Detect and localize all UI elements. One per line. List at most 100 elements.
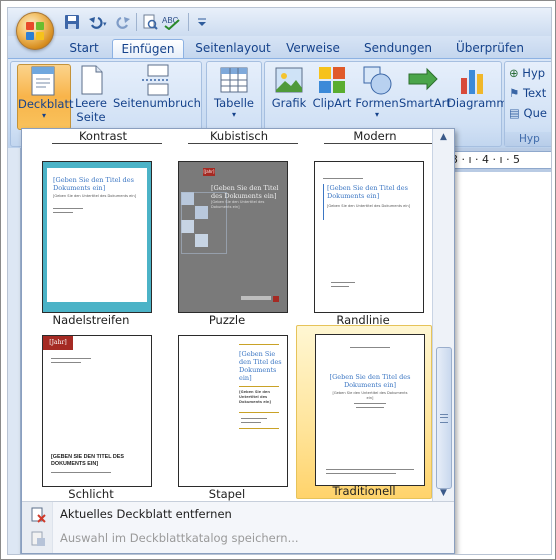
save-to-gallery-label: Auswahl im Deckblattkatalog speichern...: [60, 531, 299, 545]
window-frame: ▾ ABC Start Einfügen Seitenlayout Verwei…: [0, 0, 556, 560]
tab-verweise[interactable]: Verweise: [284, 39, 342, 58]
word-window: ▾ ABC Start Einfügen Seitenlayout Verwei…: [7, 7, 552, 555]
cover-traditionell[interactable]: [Geben Sie den Titel des Dokuments ein] …: [296, 325, 432, 499]
gallery-items: Kontrast Kubistisch Modern [Geben Sie de…: [22, 129, 432, 501]
tab-einfuegen[interactable]: Einfügen: [112, 39, 184, 59]
cover-page-label: Deckblatt: [18, 97, 74, 111]
cover-thumbnail: [Jahr] [GEBEN SIE DEN TITEL DES DOKUMENT…: [42, 335, 152, 487]
gallery-scrollbar[interactable]: ▲ ▼: [432, 129, 454, 501]
tab-sendungen[interactable]: Sendungen: [360, 39, 436, 58]
page-break-label: Seitenumbruch: [113, 96, 201, 110]
office-logo-icon: [26, 22, 44, 40]
qat-separator: [136, 13, 137, 31]
scrollbar-thumb[interactable]: [436, 347, 452, 489]
page-break-icon: [140, 64, 172, 96]
picture-label: Grafik: [271, 96, 307, 110]
table-label: Tabelle: [213, 96, 254, 110]
hyperlink-button[interactable]: ⊕ Hyp: [509, 64, 545, 82]
picture-button[interactable]: Grafik: [269, 64, 309, 128]
scroll-down-icon[interactable]: ▼: [433, 485, 454, 501]
office-button[interactable]: [16, 12, 54, 50]
cover-stapel[interactable]: [Geben Sie den Titel des Dokuments ein] …: [160, 329, 294, 501]
cover-label: Puzzle: [208, 313, 246, 327]
table-button[interactable]: Tabelle ▾: [211, 64, 257, 128]
remove-cover-page-label: Aktuelles Deckblatt entfernen: [60, 507, 232, 521]
cover-title: [Geben Sie den Titel des Dokuments ein]: [53, 176, 134, 192]
cover-puzzle[interactable]: [Jahr] [Geben Sie den Titel des Dokument…: [160, 155, 294, 331]
table-icon: [218, 64, 250, 96]
cover-year-tag: [Jahr]: [203, 168, 215, 176]
cover-thumbnail: [Jahr] [Geben Sie den Titel des Dokument…: [178, 161, 288, 313]
bookmark-button[interactable]: ⚑ Text: [509, 84, 546, 102]
undo-icon[interactable]: ▾: [86, 14, 110, 30]
gallery-label-kontrast: Kontrast: [78, 129, 128, 143]
bookmark-label: Text: [522, 86, 547, 100]
chart-icon: [457, 64, 489, 96]
clipart-button[interactable]: ClipArt: [311, 64, 353, 128]
cross-reference-label: Que: [523, 106, 547, 120]
cover-randlinie[interactable]: [Geben Sie den Titel des Dokuments ein] …: [296, 155, 430, 331]
document-page[interactable]: [446, 172, 551, 554]
cover-schlicht[interactable]: [Jahr] [GEBEN SIE DEN TITEL DES DOKUMENT…: [24, 329, 158, 501]
save-to-gallery-item[interactable]: Auswahl im Deckblattkatalog speichern...: [22, 528, 454, 550]
chart-label: Diagramm: [447, 96, 508, 110]
clipart-label: ClipArt: [312, 96, 352, 110]
horizontal-ruler: · 3 · ı · 4 · ı · 5: [443, 151, 551, 169]
links-group: ⊕ Hyp ⚑ Text ▤ Que Hyp: [504, 61, 551, 147]
globe-icon: ⊕: [509, 66, 519, 80]
smartart-label: SmartArt: [399, 96, 451, 110]
cover-label: Schlicht: [68, 487, 114, 501]
cover-subtitle: [Geben Sie den Untertitel des Dokuments …: [239, 390, 272, 404]
chart-button[interactable]: Diagramm: [447, 64, 508, 128]
cover-subtitle: [Geben Sie den Untertitel des Dokuments …: [211, 200, 265, 209]
gallery-menu: Aktuelles Deckblatt entfernen Auswahl im…: [22, 502, 454, 553]
tab-seitenlayout[interactable]: Seitenlayout: [194, 39, 272, 58]
cover-page-gallery: Kontrast Kubistisch Modern [Geben Sie de…: [21, 128, 455, 554]
cover-subtitle: [Geben Sie den Untertitel des Dokuments …: [327, 204, 411, 208]
smartart-button[interactable]: SmartArt: [399, 64, 451, 128]
vertical-ruler: [8, 148, 21, 554]
save-icon[interactable]: [64, 14, 80, 30]
quick-access-toolbar: ▾ ABC: [8, 8, 551, 36]
scroll-up-icon[interactable]: ▲: [433, 129, 454, 145]
picture-icon: [273, 64, 305, 96]
redo-icon[interactable]: [116, 14, 132, 30]
tab-start[interactable]: Start: [64, 39, 104, 58]
hyperlink-label: Hyp: [522, 66, 546, 80]
cover-thumbnail: [Geben Sie den Titel des Dokuments ein] …: [178, 335, 288, 487]
blank-page-button[interactable]: Leere Seite: [73, 64, 109, 128]
print-preview-icon[interactable]: [142, 14, 158, 30]
page-break-button[interactable]: Seitenumbruch: [113, 64, 201, 128]
cross-reference-icon: ▤: [509, 106, 520, 120]
cover-title: [Geben Sie den Titel des Dokuments ein]: [211, 184, 279, 200]
shapes-button[interactable]: Formen ▾: [355, 64, 399, 128]
cross-reference-button[interactable]: ▤ Que: [509, 104, 547, 122]
shapes-label: Formen: [355, 96, 399, 110]
cover-subtitle: [Geben Sie den Untertitel des Dokuments …: [53, 194, 137, 198]
cover-nadelstreifen[interactable]: [Geben Sie den Titel des Dokuments ein] …: [24, 155, 158, 331]
cover-page-button[interactable]: Deckblatt ▾: [17, 64, 74, 130]
spellcheck-icon[interactable]: ABC: [162, 14, 182, 31]
links-group-label: Hyp: [505, 132, 551, 146]
smartart-icon: [407, 64, 439, 96]
cover-thumbnail: [Geben Sie den Titel des Dokuments ein] …: [42, 161, 152, 313]
shapes-icon: [361, 64, 393, 96]
remove-cover-page-item[interactable]: Aktuelles Deckblatt entfernen: [22, 504, 454, 526]
cover-thumbnail: [Geben Sie den Titel des Dokuments ein] …: [314, 161, 424, 313]
cover-title: [GEBEN SIE DEN TITEL DES DOKUMENTS EIN]: [51, 454, 124, 467]
customize-qat-icon[interactable]: [194, 14, 210, 30]
gallery-label-kubistisch: Kubistisch: [209, 129, 269, 143]
cover-title: [Geben Sie den Titel des Dokuments ein]: [327, 184, 408, 200]
cover-title: [Geben Sie den Titel des Dokuments ein]: [329, 373, 411, 389]
remove-cover-page-icon: [30, 507, 46, 523]
save-to-gallery-icon: [30, 531, 46, 547]
blank-page-label-1: Leere: [75, 96, 107, 110]
svg-text:▾: ▾: [103, 20, 107, 28]
cover-title: [Geben Sie den Titel des Dokuments ein]: [239, 350, 282, 382]
blank-page-icon: [75, 64, 107, 96]
cover-label: Traditionell: [332, 484, 396, 498]
tab-ueberpruefen[interactable]: Überprüfen: [452, 39, 528, 58]
ribbon-tabs: Start Einfügen Seitenlayout Verweise Sen…: [8, 36, 551, 59]
cover-label: Nadelstreifen: [52, 313, 130, 327]
ruler-marks: · 3 · ı · 4 · ı · 5: [444, 153, 521, 166]
